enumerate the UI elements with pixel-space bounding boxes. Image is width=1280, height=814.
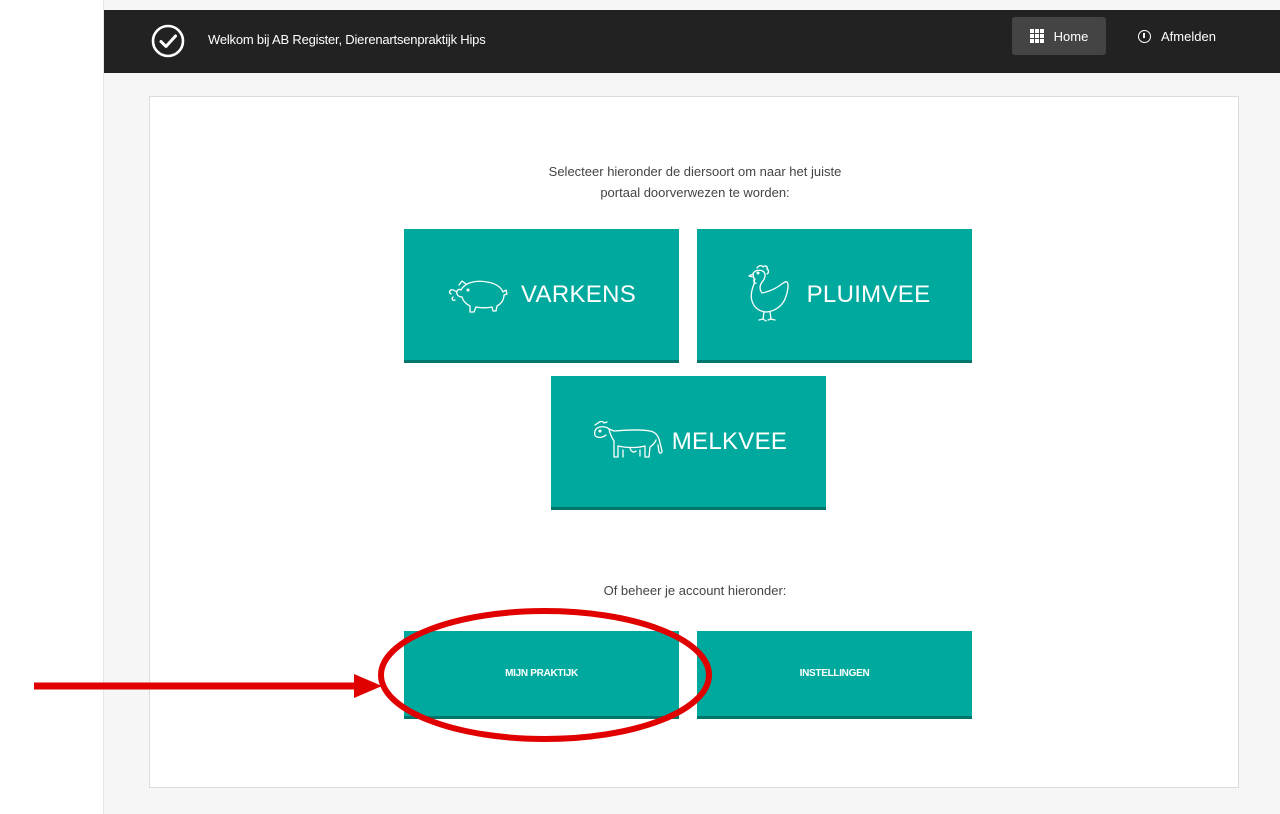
home-button[interactable]: Home [1012, 17, 1106, 55]
intro-text: Selecteer hieronder de diersoort om naar… [150, 161, 1240, 203]
melkvee-label: MELKVEE [671, 427, 788, 455]
home-label: Home [1053, 28, 1089, 44]
welcome-text: Welkom bij AB Register, Dierenartsenprak… [208, 32, 486, 47]
grid-icon [1029, 29, 1044, 43]
pluimvee-tile[interactable]: PLUIMVEE [697, 229, 972, 363]
info-icon [1138, 29, 1151, 43]
chicken-icon [747, 264, 789, 322]
app-window: Welkom bij AB Register, Dierenartsenprak… [103, 0, 1280, 814]
pig-icon [448, 279, 508, 313]
main-card: Selecteer hieronder de diersoort om naar… [149, 96, 1239, 788]
cow-icon [593, 420, 663, 458]
melkvee-tile[interactable]: MELKVEE [551, 376, 826, 510]
instellingen-button[interactable]: INSTELLINGEN [697, 631, 972, 719]
mijn-praktijk-button[interactable]: MIJN PRAKTIJK [404, 631, 679, 719]
top-bar: Welkom bij AB Register, Dierenartsenprak… [104, 10, 1280, 73]
pluimvee-label: PLUIMVEE [806, 280, 931, 308]
varkens-label: VARKENS [520, 280, 637, 308]
logout-button[interactable]: Afmelden [1138, 17, 1216, 55]
intro-line-1: Selecteer hieronder de diersoort om naar… [548, 164, 842, 179]
account-text: Of beheer je account hieronder: [603, 583, 787, 598]
check-circle-icon[interactable] [150, 23, 186, 59]
varkens-tile[interactable]: VARKENS [404, 229, 679, 363]
intro-line-2: portaal doorverwezen te worden: [600, 185, 790, 200]
instellingen-label: INSTELLINGEN [799, 668, 870, 679]
logout-label: Afmelden [1161, 28, 1216, 44]
mijn-praktijk-label: MIJN PRAKTIJK [505, 668, 578, 679]
